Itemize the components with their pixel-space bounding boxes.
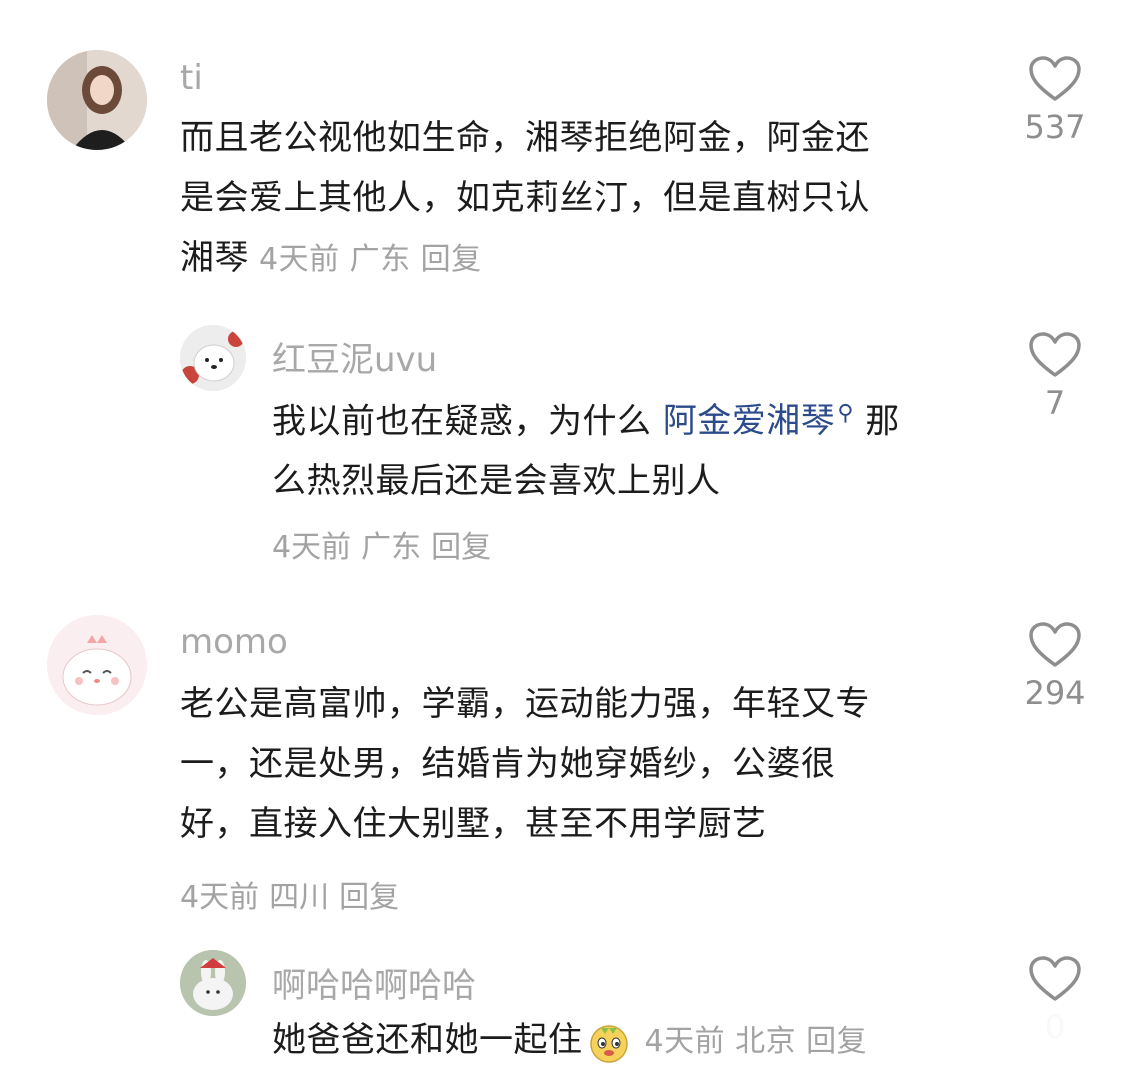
search-link[interactable]: 阿金爱湘琴⚲ xyxy=(663,401,854,441)
comment-line-last: 湘琴 4天前 广东 回复 xyxy=(180,228,980,290)
comment-meta: 4天前 广东 回复 xyxy=(259,242,482,277)
search-link-text: 阿金爱湘琴 xyxy=(662,401,836,442)
avatar[interactable] xyxy=(47,615,147,715)
comment-item: ti 而且老公视他如生命，湘琴拒绝阿金，阿金还 是会爱上其他人，如克莉丝汀，但是… xyxy=(0,0,1129,300)
comment-time: 4天前 xyxy=(180,880,260,915)
comment-item: momo 老公是高富帅，学霸，运动能力强，年轻又专 一，还是处男，结婚肯为她穿婚… xyxy=(0,590,1129,930)
reply-button[interactable]: 回复 xyxy=(421,242,482,277)
reply-button[interactable]: 回复 xyxy=(431,530,491,565)
reply-button[interactable]: 回复 xyxy=(806,1024,867,1059)
username[interactable]: 红豆泥uvu xyxy=(272,332,437,381)
comment-line: 好，直接入住大别墅，甚至不用学厨艺 xyxy=(180,804,767,844)
comment-line: 么热烈最后还是会喜欢上别人 xyxy=(272,461,721,502)
comment-text-part: 那 xyxy=(865,401,900,442)
search-icon: ⚲ xyxy=(837,401,854,426)
comment-meta: 4天前 广东 回复 xyxy=(272,522,491,566)
comment-line-text: 湘琴 xyxy=(180,238,249,278)
comment-location: 北京 xyxy=(735,1024,797,1059)
avatar[interactable] xyxy=(180,325,246,391)
avatar-photo xyxy=(47,50,147,150)
avatar[interactable] xyxy=(47,50,147,150)
like-count: 294 xyxy=(1024,674,1086,712)
comment-text: 我以前也在疑惑，为什么 阿金爱湘琴⚲ 那 么热烈最后还是会喜欢上别人 xyxy=(272,384,992,511)
like-button[interactable]: 294 xyxy=(1015,622,1095,712)
comment-text: 而且老公视他如生命，湘琴拒绝阿金，阿金还 是会爱上其他人，如克莉丝汀，但是直树只… xyxy=(180,108,980,290)
comment-text: 老公是高富帅，学霸，运动能力强，年轻又专 一，还是处男，结婚肯为她穿婚纱，公婆很… xyxy=(180,674,980,854)
bottom-fade-overlay xyxy=(900,1010,1129,1080)
username[interactable]: ti xyxy=(180,58,203,98)
comment-time: 4天前 xyxy=(272,530,352,565)
username[interactable]: 啊哈哈啊哈哈 xyxy=(272,958,476,1007)
heart-icon xyxy=(1029,332,1081,377)
comment-time: 4天前 xyxy=(644,1024,726,1059)
comment-location: 广东 xyxy=(349,242,411,277)
avatar-photo xyxy=(180,950,246,1016)
doge-face-icon xyxy=(589,1024,628,1063)
comment-time: 4天前 xyxy=(259,242,340,277)
comment-line: 是会爱上其他人，如克莉丝汀，但是直树只认 xyxy=(180,178,870,218)
username[interactable]: momo xyxy=(180,622,288,662)
comment-line: 我以前也在疑惑，为什么 阿金爱湘琴⚲ 那 xyxy=(272,384,992,451)
comment-line: 而且老公视他如生命，湘琴拒绝阿金，阿金还 xyxy=(180,118,870,158)
comment-location: 四川 xyxy=(269,880,330,915)
comment-line: 老公是高富帅，学霸，运动能力强，年轻又专 xyxy=(180,684,870,724)
comment-text-part: 我以前也在疑惑，为什么 xyxy=(272,401,652,442)
avatar[interactable] xyxy=(180,950,246,1016)
like-count: 537 xyxy=(1024,108,1086,146)
reply-item: 红豆泥uvu 我以前也在疑惑，为什么 阿金爱湘琴⚲ 那 么热烈最后还是会喜欢上别… xyxy=(0,300,1129,590)
avatar-photo xyxy=(47,615,147,715)
heart-icon xyxy=(1029,956,1081,1001)
like-button[interactable]: 537 xyxy=(1015,56,1095,146)
heart-icon xyxy=(1029,622,1081,667)
reply-button[interactable]: 回复 xyxy=(339,880,399,915)
like-button[interactable]: 7 xyxy=(1015,332,1095,422)
comment-text-part: 她爸爸还和她一起住 xyxy=(272,1020,583,1060)
heart-icon xyxy=(1029,56,1081,101)
comment-location: 广东 xyxy=(361,530,422,565)
avatar-photo xyxy=(180,325,246,391)
comment-meta: 4天前 四川 回复 xyxy=(180,872,399,916)
comment-meta: 4天前 北京 回复 xyxy=(645,1024,868,1059)
like-count: 7 xyxy=(1044,384,1066,422)
comment-line: 一，还是处男，结婚肯为她穿婚纱，公婆很 xyxy=(180,744,836,784)
